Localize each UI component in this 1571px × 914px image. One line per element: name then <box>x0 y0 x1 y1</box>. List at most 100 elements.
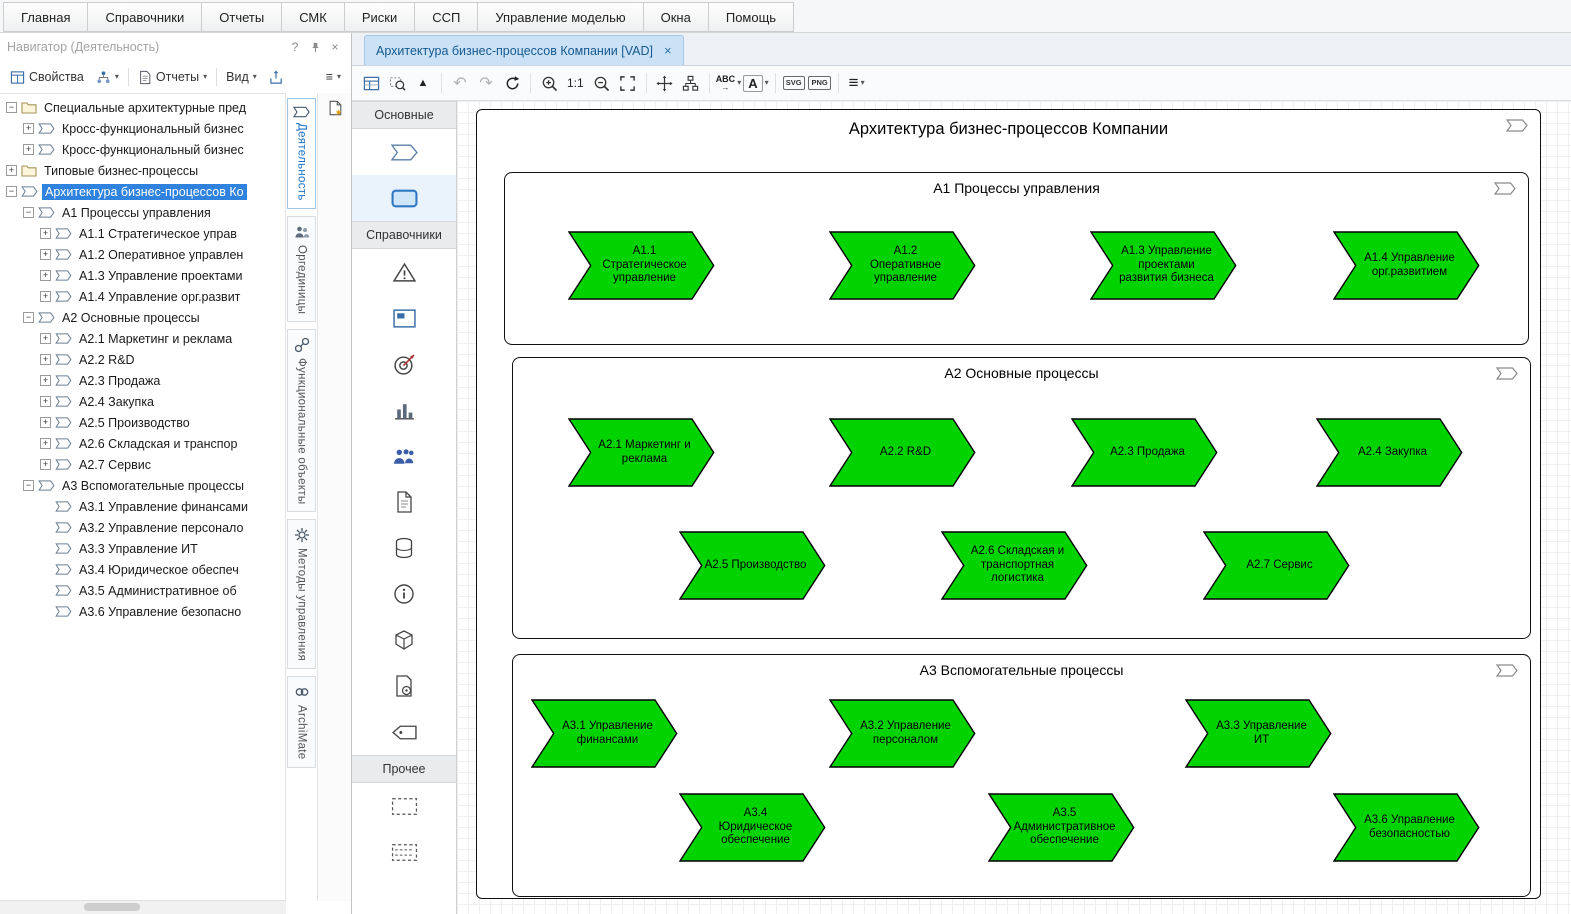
collapse-icon[interactable]: − <box>6 102 17 113</box>
export-png-button[interactable]: PNG <box>808 71 832 95</box>
bar-chart-button[interactable] <box>352 387 456 433</box>
process-shape[interactable]: А2.1 Маркетинг и реклама <box>568 418 715 487</box>
table-view-button[interactable] <box>359 71 383 95</box>
vad-outline-button[interactable] <box>352 129 456 175</box>
menu-item[interactable]: Отчеты <box>201 2 282 32</box>
help-icon[interactable]: ? <box>286 38 304 56</box>
tree-item[interactable]: +А2.2 R&D <box>0 349 285 370</box>
info-button[interactable] <box>352 571 456 617</box>
tag-button[interactable] <box>352 709 456 755</box>
font-style-button[interactable]: A ▾ <box>743 71 768 95</box>
tree-item[interactable]: −А1 Процессы управления <box>0 202 285 223</box>
reports-button[interactable]: Отчеты ▾ <box>132 67 213 88</box>
expand-icon[interactable]: + <box>40 396 51 407</box>
collapse-icon[interactable]: − <box>6 186 17 197</box>
navigator-hscrollbar[interactable] <box>0 900 286 914</box>
process-shape[interactable]: А1.4 Управление орг.развитием <box>1333 231 1480 300</box>
expand-icon[interactable]: + <box>40 333 51 344</box>
dashed-list-button[interactable] <box>352 829 456 875</box>
process-shape[interactable]: А2.7 Сервис <box>1203 531 1350 600</box>
process-shape[interactable]: А3.4 Юридическое обеспечение <box>679 793 826 862</box>
tree-item[interactable]: −А2 Основные процессы <box>0 307 285 328</box>
spelling-button[interactable]: ABC → ▾ <box>716 71 742 95</box>
expand-icon[interactable]: + <box>40 249 51 260</box>
warning-button[interactable] <box>352 249 456 295</box>
hierarchy-layout-button[interactable] <box>679 71 703 95</box>
expand-icon[interactable]: + <box>40 270 51 281</box>
redo-button[interactable]: ↷ <box>474 71 498 95</box>
expand-icon[interactable]: + <box>6 165 17 176</box>
menu-item[interactable]: Справочники <box>87 2 202 32</box>
process-shape[interactable]: А3.2 Управление персоналом <box>829 699 976 768</box>
tree-item[interactable]: +Кросс-функциональный бизнес <box>0 118 285 139</box>
properties-button[interactable]: Свойства <box>4 67 90 88</box>
cube-button[interactable] <box>352 617 456 663</box>
collapse-icon[interactable]: − <box>23 207 34 218</box>
people-group-button[interactable] <box>352 433 456 479</box>
collapse-icon[interactable]: − <box>23 312 34 323</box>
tree-item[interactable]: +А1.3 Управление проектами <box>0 265 285 286</box>
dashed-rect-button[interactable] <box>352 783 456 829</box>
diagram-canvas[interactable]: Архитектура бизнес-процессов Компании А1… <box>457 101 1571 914</box>
expand-icon[interactable]: + <box>40 438 51 449</box>
side-tab[interactable]: Методы управления <box>287 519 316 669</box>
triangle-up-button[interactable]: ▲ <box>411 71 435 95</box>
process-group[interactable]: А3 Вспомогательные процессыА3.1 Управлен… <box>512 654 1531 897</box>
zoom-out-button[interactable] <box>590 71 614 95</box>
document-tab[interactable]: Архитектура бизнес-процессов Компании [V… <box>364 35 684 65</box>
menu-item[interactable]: Главная <box>3 2 88 32</box>
tree-item[interactable]: А3.3 Управление ИТ <box>0 538 285 559</box>
export-svg-button[interactable]: SVG <box>782 71 806 95</box>
expand-icon[interactable]: + <box>40 291 51 302</box>
pan-button[interactable] <box>653 71 677 95</box>
tree-item[interactable]: −Архитектура бизнес-процессов Ко <box>0 181 285 202</box>
org-hierarchy-button[interactable]: ▾ <box>90 67 125 88</box>
database-button[interactable] <box>352 525 456 571</box>
menu-item[interactable]: Риски <box>344 2 415 32</box>
process-shape[interactable]: А1.2 Оперативное управление <box>829 231 976 300</box>
tree-item[interactable]: А3.2 Управление персонало <box>0 517 285 538</box>
expand-icon[interactable]: + <box>40 459 51 470</box>
document-button[interactable] <box>352 479 456 525</box>
process-group[interactable]: А2 Основные процессыА2.1 Маркетинг и рек… <box>512 357 1531 639</box>
expand-icon[interactable]: + <box>23 144 34 155</box>
tree-item[interactable]: +Кросс-функциональный бизнес <box>0 139 285 160</box>
process-shape[interactable]: А2.3 Продажа <box>1071 418 1218 487</box>
scrollbar-thumb[interactable] <box>84 903 140 911</box>
process-shape[interactable]: А3.5 Административное обеспечение <box>988 793 1135 862</box>
tree-item[interactable]: А3.4 Юридическое обеспеч <box>0 559 285 580</box>
side-tab[interactable]: Функциональные объекты <box>287 329 316 512</box>
menu-button[interactable]: ≡▾ <box>845 71 869 95</box>
menu-item[interactable]: Управление моделью <box>477 2 643 32</box>
tree-item[interactable]: +А2.6 Складская и транспор <box>0 433 285 454</box>
process-shape[interactable]: А1.3 Управление проектами развития бизне… <box>1090 231 1237 300</box>
fit-screen-button[interactable] <box>616 71 640 95</box>
refresh-button[interactable] <box>500 71 524 95</box>
tab-close-icon[interactable]: × <box>664 43 672 58</box>
tree-item[interactable]: −Специальные архитектурные пред <box>0 97 285 118</box>
process-shape[interactable]: А2.5 Производство <box>679 531 826 600</box>
expand-icon[interactable]: + <box>40 228 51 239</box>
menu-item[interactable]: Окна <box>643 2 709 32</box>
tree-item[interactable]: +А2.7 Сервис <box>0 454 285 475</box>
expand-icon[interactable]: + <box>40 417 51 428</box>
tree-item[interactable]: +А1.2 Оперативное управлен <box>0 244 285 265</box>
collapse-icon[interactable]: − <box>23 480 34 491</box>
pin-icon[interactable] <box>306 38 324 56</box>
tree-item[interactable]: А3.1 Управление финансами <box>0 496 285 517</box>
expand-icon[interactable]: + <box>40 354 51 365</box>
page-disc-button[interactable] <box>352 663 456 709</box>
process-shape[interactable]: А2.6 Складская и транспортная логистика <box>941 531 1088 600</box>
undo-button[interactable]: ↶ <box>448 71 472 95</box>
process-shape[interactable]: А3.3 Управление ИТ <box>1185 699 1332 768</box>
side-tab[interactable]: Деятельность <box>287 98 316 209</box>
rounded-rect-button[interactable] <box>352 175 456 221</box>
target-button[interactable] <box>352 341 456 387</box>
zoom-level-label[interactable]: 1:1 <box>563 76 588 90</box>
tree-item[interactable]: +А2.1 Маркетинг и реклама <box>0 328 285 349</box>
process-group[interactable]: А1 Процессы управленияА1.1 Стратегическо… <box>504 172 1529 345</box>
tree-item[interactable]: А3.6 Управление безопасно <box>0 601 285 622</box>
share-button[interactable] <box>263 67 290 88</box>
menu-item[interactable]: ССП <box>414 2 478 32</box>
menu-item[interactable]: СМК <box>281 2 345 32</box>
